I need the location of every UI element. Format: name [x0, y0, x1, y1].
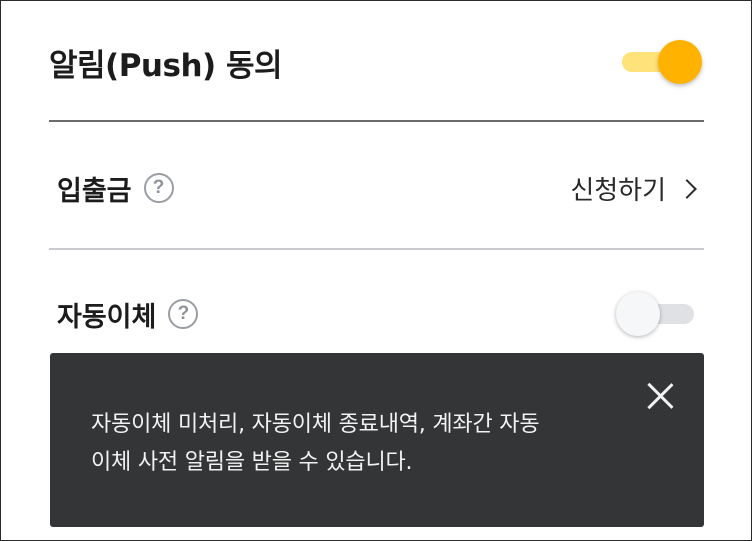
tooltip-text: 자동이체 미처리, 자동이체 종료내역, 계좌간 자동 이체 사전 알림을 받을…: [91, 406, 651, 482]
tooltip-text-line: 자동이체 미처리, 자동이체 종료내역, 계좌간 자동: [91, 412, 540, 437]
question-circle-icon[interactable]: ?: [168, 299, 199, 329]
auto-transfer-toggle[interactable]: [616, 290, 700, 338]
divider: [49, 248, 704, 250]
auto-transfer-label-group: 자동이체 ?: [49, 295, 199, 334]
settings-panel: 알림(Push) 동의 입출금 ? 신청하기 자동이체 ? 자동이체 미처리,: [0, 0, 752, 541]
toggle-knob: [616, 292, 660, 336]
apply-link-label: 신청하기: [570, 175, 666, 206]
divider: [49, 120, 704, 122]
apply-link[interactable]: 신청하기: [570, 170, 697, 207]
toggle-knob: [658, 40, 702, 84]
deposit-withdrawal-label: 입출금: [57, 175, 132, 207]
help-tooltip: 자동이체 미처리, 자동이체 종료내역, 계좌간 자동 이체 사전 알림을 받을…: [50, 353, 704, 527]
auto-transfer-row: 자동이체 ?: [49, 285, 704, 343]
push-consent-toggle[interactable]: [620, 38, 704, 86]
deposit-withdrawal-label-group: 입출금 ?: [49, 169, 174, 208]
deposit-withdrawal-row: 입출금 ? 신청하기: [49, 159, 704, 217]
question-circle-icon[interactable]: ?: [143, 173, 174, 203]
chevron-right-icon: [677, 179, 697, 199]
auto-transfer-label: 자동이체: [57, 301, 157, 333]
push-consent-row: 알림(Push) 동의: [49, 33, 704, 91]
push-consent-label: 알림(Push) 동의: [49, 47, 283, 84]
tooltip-text-line: 이체 사전 알림을 받을 수 있습니다.: [91, 450, 413, 475]
